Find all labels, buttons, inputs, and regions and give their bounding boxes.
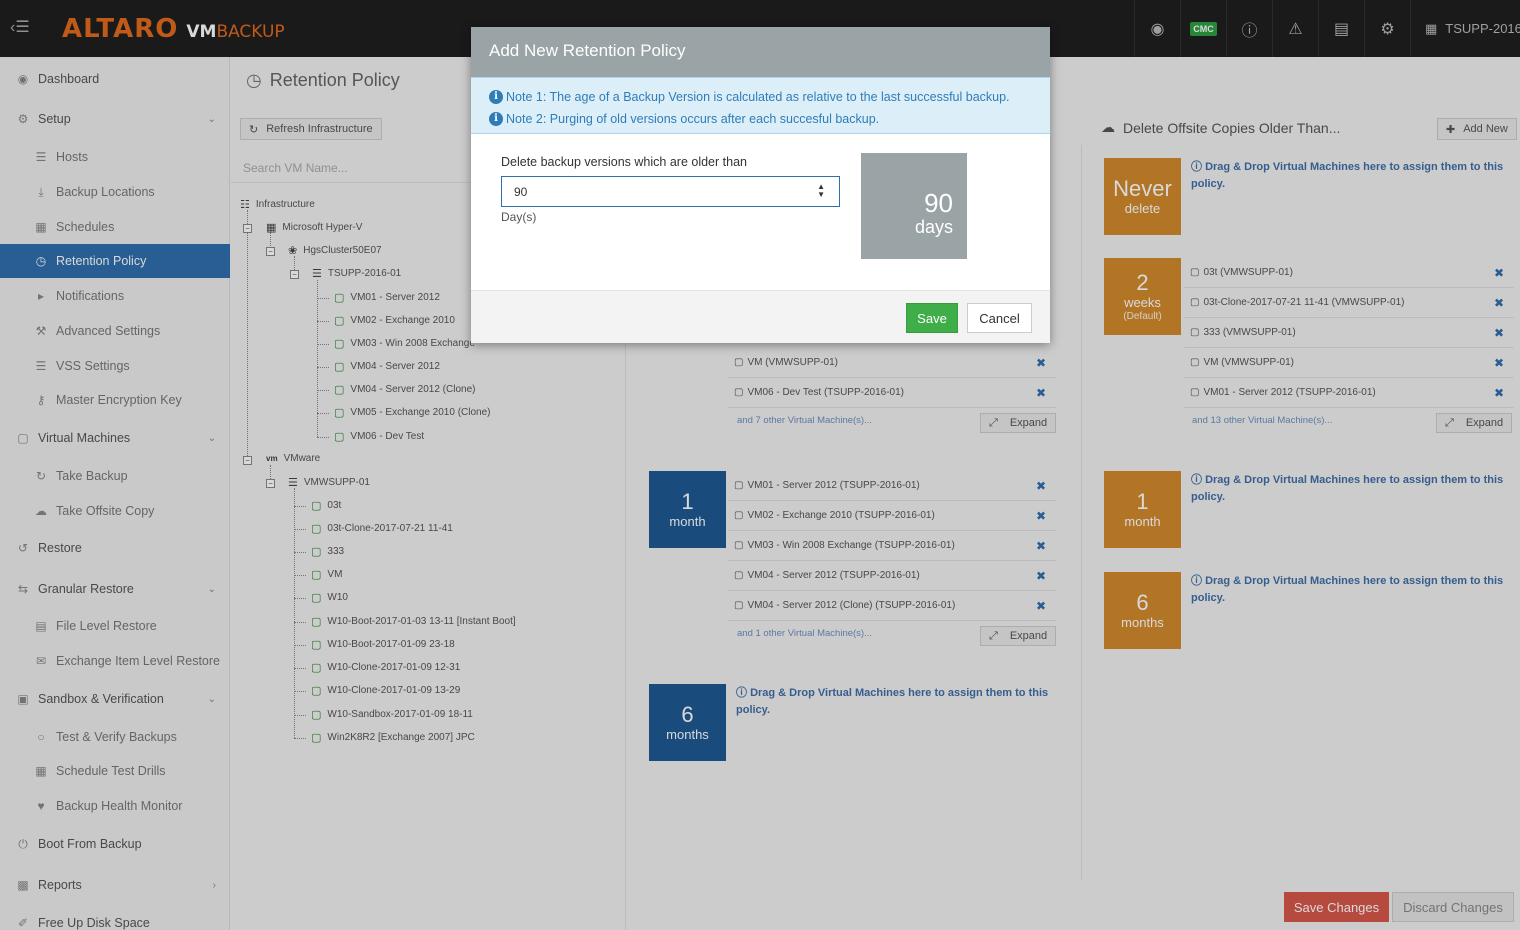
dialog-footer: Save Cancel [471, 290, 1050, 343]
dialog-title: Add New Retention Policy [471, 27, 1050, 77]
spinner-arrows-icon[interactable]: ▲ ▼ [817, 183, 825, 199]
retention-days-input[interactable]: 90 ▲ ▼ [501, 176, 840, 207]
retention-preview-tile: 90 days [861, 153, 967, 259]
save-button[interactable]: Save [906, 303, 958, 333]
cancel-button[interactable]: Cancel [967, 303, 1032, 333]
dialog-body: Delete backup versions which are older t… [471, 134, 1050, 290]
retention-days-value: 90 [514, 184, 528, 199]
retention-unit: Day(s) [501, 210, 537, 224]
dialog-notes: i Note 1: The age of a Backup Version is … [471, 77, 1050, 134]
info-icon: i [489, 112, 503, 126]
retention-field-label: Delete backup versions which are older t… [501, 155, 747, 169]
note-1: i Note 1: The age of a Backup Version is … [489, 86, 1032, 108]
note-2: i Note 2: Purging of old versions occurs … [489, 108, 1032, 130]
info-icon: i [489, 90, 503, 104]
add-retention-policy-dialog: Add New Retention Policy i Note 1: The ag… [471, 27, 1050, 343]
